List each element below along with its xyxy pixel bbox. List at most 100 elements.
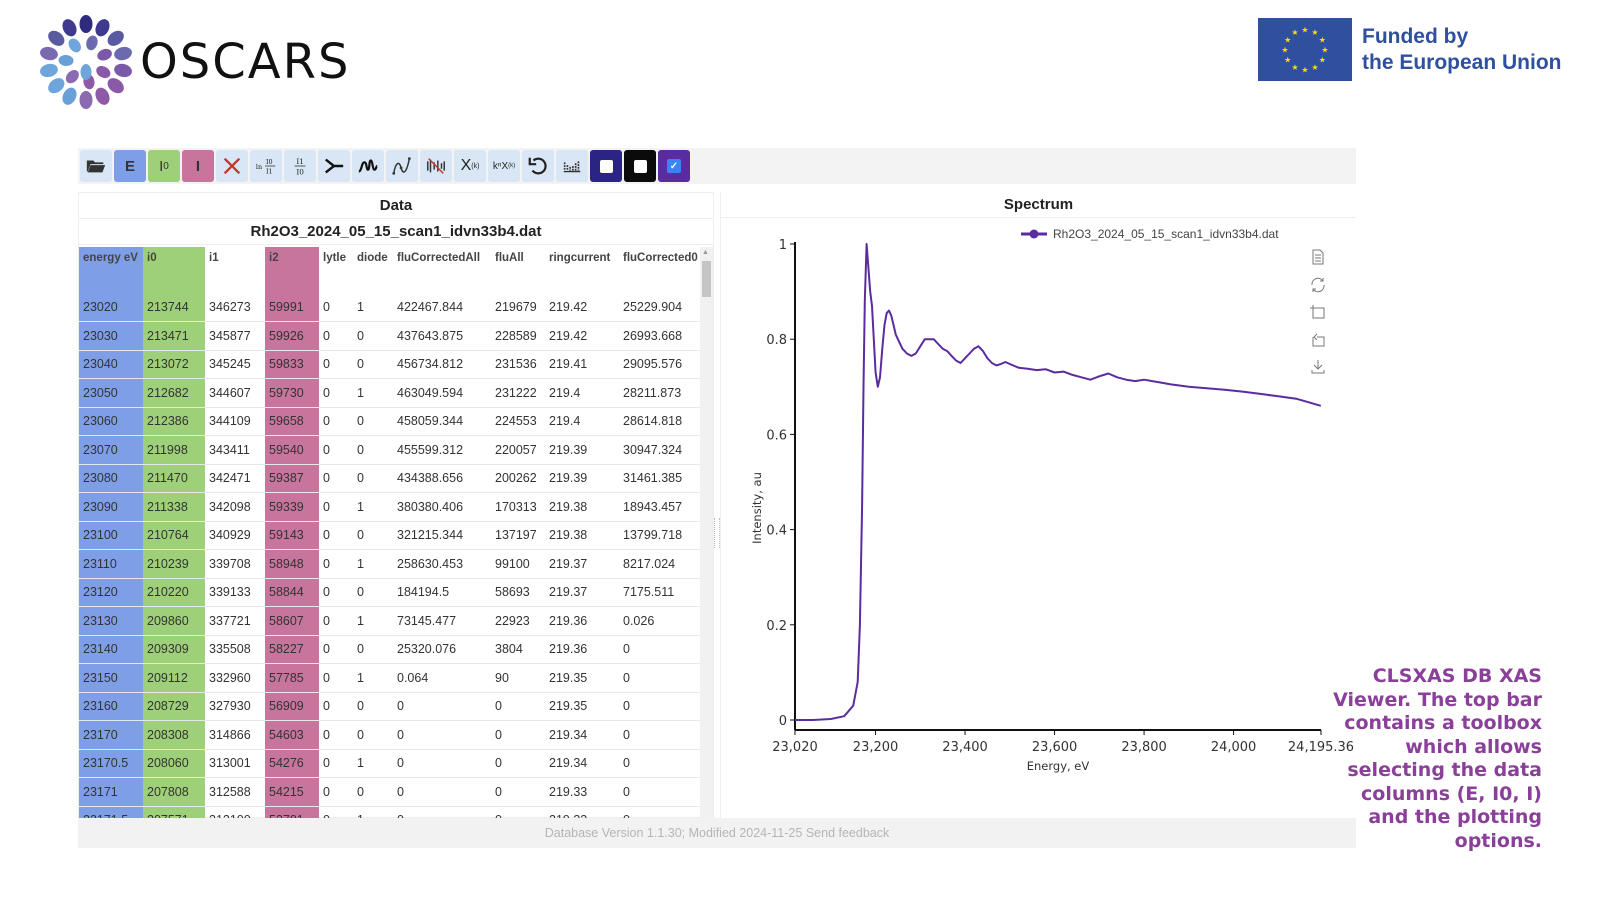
- column-header[interactable]: diode: [353, 247, 393, 293]
- table-cell: 0: [319, 521, 353, 550]
- table-cell: 25229.904: [619, 293, 701, 322]
- table-cell: 58227: [265, 635, 319, 664]
- table-row[interactable]: 23150 209112 332960 57785 0 1 0.064 90 219.35 0: [79, 663, 701, 693]
- table-cell: 327930: [205, 692, 265, 721]
- table-cell: 7175.511: [619, 578, 701, 607]
- chi-k-button[interactable]: X (k): [454, 150, 486, 182]
- table-cell: 209309: [143, 635, 205, 664]
- table-cell: 213072: [143, 350, 205, 379]
- select-energy-button[interactable]: E: [114, 150, 146, 182]
- table-cell: 0: [353, 521, 393, 550]
- table-cell: 23020: [79, 293, 143, 322]
- column-header[interactable]: i0: [143, 247, 205, 293]
- table-cell: 231536: [491, 350, 545, 379]
- table-cell: 0: [319, 663, 353, 693]
- table-row[interactable]: 23060 212386 344109 59658 0 0 458059.344 224553…: [79, 407, 701, 436]
- table-cell: 212682: [143, 378, 205, 408]
- clear-selection-button[interactable]: [216, 150, 248, 182]
- table-row[interactable]: 23171 207808 312588 54215 0 0 0 0 219.33 0: [79, 777, 701, 807]
- column-header[interactable]: ringcurrent: [545, 247, 619, 293]
- table-cell: 219.35: [545, 663, 619, 693]
- table-cell: 219.35: [545, 692, 619, 721]
- open-file-button[interactable]: [80, 150, 112, 182]
- table-cell: 58948: [265, 549, 319, 579]
- table-row[interactable]: 23040 213072 345245 59833 0 0 456734.812 231536…: [79, 350, 701, 379]
- table-cell: 344607: [205, 378, 265, 408]
- table-row[interactable]: 23160 208729 327930 56909 0 0 0 0 219.35 0: [79, 692, 701, 721]
- save-image-icon[interactable]: [1309, 358, 1327, 376]
- table-cell: 23080: [79, 464, 143, 493]
- data-table-container[interactable]: energy eV i0 i1 i2 lytle diode fluCorrectedAll…: [79, 247, 701, 819]
- column-header[interactable]: i2: [265, 247, 319, 293]
- k-weighted-chi-button[interactable]: kⁿX (k): [488, 150, 520, 182]
- table-row[interactable]: 23090 211338 342098 59339 0 1 380380.406 170313…: [79, 492, 701, 522]
- table-row[interactable]: 23030 213471 345877 59926 0 0 437643.875 228589…: [79, 321, 701, 351]
- table-cell: 23030: [79, 321, 143, 351]
- column-header[interactable]: fluCorrectedAll: [393, 247, 491, 293]
- table-row[interactable]: 23170 208308 314866 54603 0 0 0 0 219.34 0: [79, 720, 701, 750]
- table-cell: 337721: [205, 606, 265, 636]
- table-row[interactable]: 23170.5 208060 313001 54276 0 1 0 0 219.34 0: [79, 749, 701, 778]
- data-view-icon[interactable]: [1309, 248, 1327, 266]
- spectrum-panel-title: Spectrum: [721, 192, 1356, 218]
- select-i-button[interactable]: I: [182, 150, 214, 182]
- folder-open-icon: [86, 160, 106, 173]
- table-row[interactable]: 23100 210764 340929 59143 0 0 321215.344 137197…: [79, 521, 701, 550]
- data-panel: Data Rh2O3_2024_05_15_scan1_idvn33b4.dat…: [78, 192, 714, 819]
- table-cell: 219.38: [545, 521, 619, 550]
- column-header[interactable]: energy eV: [79, 247, 143, 293]
- table-cell: 345877: [205, 321, 265, 351]
- y-tick-label: 0: [779, 714, 787, 729]
- toggle-1-button[interactable]: [590, 150, 622, 182]
- logo-petal: [114, 63, 132, 78]
- table-cell: 0: [319, 549, 353, 579]
- select-i0-button[interactable]: I0: [148, 150, 180, 182]
- table-cell: 209860: [143, 606, 205, 636]
- table-row[interactable]: 23080 211470 342471 59387 0 0 434388.656 200262…: [79, 464, 701, 493]
- table-row[interactable]: 23020 213744 346273 59991 0 1 422467.844 219679…: [79, 293, 701, 322]
- svg-text:I1: I1: [266, 167, 273, 175]
- eu-flag-icon: ★ ★ ★ ★ ★ ★ ★ ★ ★ ★ ★ ★: [1258, 18, 1352, 81]
- table-row[interactable]: 23130 209860 337721 58607 0 1 73145.477 22923 21…: [79, 606, 701, 636]
- log-ratio-button[interactable]: ln I0 I1: [250, 150, 282, 182]
- column-header[interactable]: lytle: [319, 247, 353, 293]
- x-tick-label: 23,400: [942, 740, 988, 755]
- table-row[interactable]: 23070 211998 343411 59540 0 0 455599.312 220057…: [79, 435, 701, 465]
- table-scrollbar[interactable]: ▲: [700, 247, 713, 819]
- zoom-reset-icon[interactable]: [1309, 331, 1327, 349]
- merge-button[interactable]: [318, 150, 350, 182]
- column-header[interactable]: fluCorrected0: [619, 247, 701, 293]
- table-cell: 0: [319, 293, 353, 322]
- scrollbar-thumb[interactable]: [702, 261, 711, 297]
- ratio-button[interactable]: I1 I0: [284, 150, 316, 182]
- table-cell: 0: [319, 350, 353, 379]
- deglitch-button[interactable]: [420, 150, 452, 182]
- undo-button[interactable]: [522, 150, 554, 182]
- zoom-icon[interactable]: [1309, 303, 1327, 321]
- table-row[interactable]: 23050 212682 344607 59730 0 1 463049.594 231222…: [79, 378, 701, 408]
- histogram-button[interactable]: [556, 150, 588, 182]
- table-cell: 23100: [79, 521, 143, 550]
- table-row[interactable]: 23140 209309 335508 58227 0 0 25320.076 3804 219…: [79, 635, 701, 664]
- table-cell: 0: [393, 692, 491, 721]
- table-cell: 23150: [79, 663, 143, 693]
- restore-icon[interactable]: [1309, 276, 1327, 294]
- table-row[interactable]: 23120 210220 339133 58844 0 0 184194.5 58693 219…: [79, 578, 701, 607]
- table-cell: 90: [491, 663, 545, 693]
- column-header[interactable]: fluAll: [491, 247, 545, 293]
- send-feedback-link[interactable]: Send feedback: [806, 826, 889, 840]
- table-cell: 23160: [79, 692, 143, 721]
- table-cell: 13799.718: [619, 521, 701, 550]
- scroll-up-icon[interactable]: ▲: [702, 249, 709, 256]
- toggle-3-button[interactable]: ✓: [658, 150, 690, 182]
- table-cell: 59387: [265, 464, 319, 493]
- table-row[interactable]: 23110 210239 339708 58948 0 1 258630.453 99100 2…: [79, 549, 701, 579]
- table-cell: 58844: [265, 578, 319, 607]
- spline-button[interactable]: [386, 150, 418, 182]
- column-header[interactable]: i1: [205, 247, 265, 293]
- toggle-2-button[interactable]: [624, 150, 656, 182]
- logo-petal: [79, 15, 93, 33]
- smooth-button[interactable]: [352, 150, 384, 182]
- x-tick-label: 23,200: [853, 740, 899, 755]
- table-cell: 0: [353, 692, 393, 721]
